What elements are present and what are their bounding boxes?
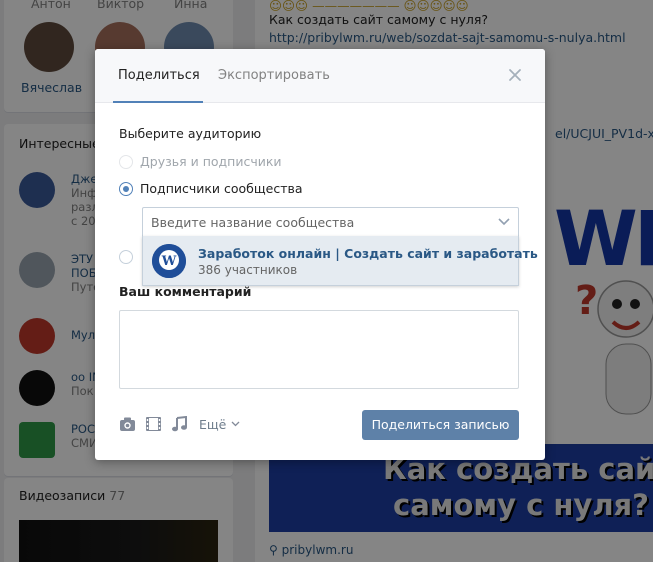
camera-icon[interactable]: [119, 416, 136, 432]
chevron-down-icon[interactable]: [498, 217, 510, 227]
tab-export[interactable]: Экспортировать: [218, 68, 330, 83]
radio-private[interactable]: [119, 250, 133, 264]
close-icon[interactable]: [507, 67, 523, 83]
music-icon[interactable]: [171, 416, 188, 432]
comment-label: Ваш комментарий: [119, 284, 252, 299]
share-dialog: Поделиться Экспортировать Выберите аудит…: [95, 49, 545, 460]
community-select[interactable]: [142, 207, 519, 237]
audience-label: Выберите аудиторию: [119, 126, 262, 141]
radio-community-label[interactable]: Подписчики сообщества: [140, 181, 303, 196]
chevron-down-icon[interactable]: [231, 421, 240, 427]
radio-community[interactable]: [119, 182, 133, 196]
comment-textarea[interactable]: [119, 310, 519, 389]
active-tab-indicator: [113, 101, 203, 103]
share-post-button[interactable]: Поделиться записью: [362, 410, 519, 440]
radio-friends-label[interactable]: Друзья и подписчики: [140, 154, 282, 169]
community-members: 386 участников: [198, 263, 298, 277]
radio-friends[interactable]: [119, 155, 133, 169]
community-suggestion[interactable]: W Заработок онлайн | Создать сайт и зара…: [142, 236, 538, 286]
community-search-input[interactable]: [151, 215, 481, 230]
more-button[interactable]: Ещё: [199, 417, 226, 432]
tab-share[interactable]: Поделиться: [118, 68, 200, 83]
community-name: Заработок онлайн | Создать сайт и зарабо…: [198, 246, 538, 261]
video-icon[interactable]: [145, 416, 162, 432]
community-avatar: W: [152, 244, 186, 278]
tab-bar: Поделиться Экспортировать: [95, 49, 545, 103]
svg-text:W: W: [161, 254, 177, 269]
